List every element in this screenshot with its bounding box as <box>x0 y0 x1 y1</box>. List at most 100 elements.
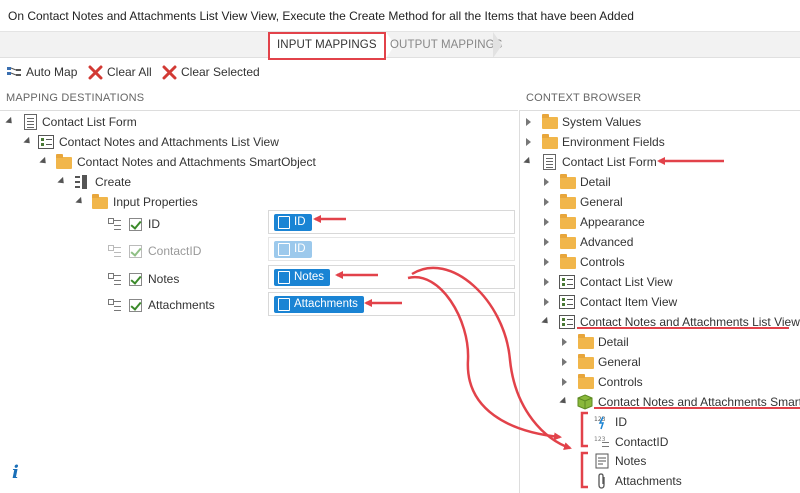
memo-icon <box>595 453 609 469</box>
clear-selected-button[interactable]: Clear Selected <box>162 63 260 81</box>
collapse-icon[interactable] <box>544 278 549 286</box>
window-title: On Contact Notes and Attachments List Vi… <box>0 0 800 32</box>
property-row-notes[interactable]: Notes <box>108 269 248 289</box>
folder-icon <box>56 154 72 169</box>
ctx-prop-label: ID <box>615 415 627 429</box>
mapping-drop-target-id[interactable]: ID <box>268 210 515 234</box>
expand-icon[interactable] <box>559 396 569 407</box>
expand-icon[interactable] <box>39 156 49 167</box>
ctx-node-label: Detail <box>598 335 629 349</box>
mapped-value-chip[interactable]: Notes <box>274 269 331 286</box>
mapping-destinations-panel: Contact List Form Contact Notes and Atta… <box>0 110 518 458</box>
ctx-node-appearance[interactable]: Appearance <box>542 212 792 232</box>
list-view-icon <box>559 275 575 289</box>
ctx-node-notes-list-view[interactable]: Contact Notes and Attachments List View <box>541 312 800 332</box>
mapped-value-chip[interactable]: ID <box>274 214 312 231</box>
annotation-underline <box>577 327 789 329</box>
paperclip-icon <box>598 473 605 489</box>
property-checkbox[interactable] <box>129 299 142 312</box>
tree-node-form[interactable]: Contact List Form <box>5 112 206 132</box>
expand-icon[interactable] <box>23 136 33 147</box>
auto-map-button[interactable]: Auto Map <box>6 63 77 81</box>
mapped-value-chip[interactable]: Attachments <box>274 296 364 313</box>
info-icon[interactable]: i <box>12 462 19 483</box>
property-checkbox[interactable] <box>129 218 142 231</box>
tree-node-input-properties[interactable]: Input Properties <box>75 192 226 212</box>
ctx-node-label: Contact List View <box>580 275 673 289</box>
ctx-node-sub-controls[interactable]: Controls <box>560 372 790 392</box>
collapse-icon[interactable] <box>544 218 549 226</box>
collapse-icon[interactable] <box>562 358 567 366</box>
ctx-node-label: Contact Item View <box>580 295 678 309</box>
ctx-node-label: Controls <box>580 255 625 269</box>
ctx-prop-id[interactable]: 123 ID <box>594 412 744 432</box>
mapping-drop-target-attachments[interactable]: Attachments <box>268 292 515 316</box>
expand-icon[interactable] <box>57 176 67 187</box>
mapped-value-label: ID <box>294 216 306 228</box>
mapped-value-label: Attachments <box>294 298 358 310</box>
tree-node-smartobject[interactable]: Contact Notes and Attachments SmartObjec… <box>39 152 340 172</box>
item-view-icon <box>559 295 575 309</box>
collapse-icon[interactable] <box>544 298 549 306</box>
property-row-id[interactable]: ID <box>108 214 248 234</box>
ctx-node-controls[interactable]: Controls <box>542 252 792 272</box>
ctx-node-sub-detail[interactable]: Detail <box>560 332 790 352</box>
mapped-value-chip: ID <box>274 241 312 258</box>
expand-icon[interactable] <box>541 316 551 327</box>
property-label: ContactID <box>148 244 202 258</box>
collapse-icon[interactable] <box>526 118 531 126</box>
auto-map-icon <box>7 66 21 76</box>
tree-node-method[interactable]: Create <box>57 172 158 192</box>
number-icon: 123 <box>594 436 609 447</box>
collapse-icon[interactable] <box>544 258 549 266</box>
ctx-prop-contactid[interactable]: 123 ContactID <box>594 432 744 452</box>
tab-output-mappings[interactable]: OUTPUT MAPPINGS <box>386 32 504 58</box>
ctx-node-detail[interactable]: Detail <box>542 172 792 192</box>
collapse-icon[interactable] <box>526 138 531 146</box>
collapse-icon[interactable] <box>562 378 567 386</box>
folder-icon <box>542 134 558 149</box>
form-icon <box>543 154 556 170</box>
collapse-icon[interactable] <box>544 238 549 246</box>
list-view-icon <box>559 315 575 329</box>
property-row-contactid: ContactID <box>108 241 248 261</box>
ctx-node-contact-list-form[interactable]: Contact List Form <box>523 152 794 172</box>
property-row-attachments[interactable]: Attachments <box>108 295 248 315</box>
collapse-icon[interactable] <box>544 198 549 206</box>
expand-icon[interactable] <box>5 116 15 127</box>
ctx-node-sub-general[interactable]: General <box>560 352 790 372</box>
clear-all-button[interactable]: Clear All <box>88 63 152 81</box>
red-x-icon <box>88 65 103 80</box>
mapping-icon <box>108 217 122 231</box>
tab-input-mappings[interactable]: INPUT MAPPINGS <box>268 32 395 58</box>
folder-icon <box>92 194 108 209</box>
ctx-prop-attachments[interactable]: Attachments <box>594 471 744 491</box>
ctx-node-smartobject[interactable]: Contact Notes and Attachments SmartObjec… <box>559 392 800 412</box>
mapping-drop-target-notes[interactable]: Notes <box>268 265 515 289</box>
ctx-node-environment-fields[interactable]: Environment Fields <box>524 132 794 152</box>
ctx-prop-notes[interactable]: Notes <box>594 451 744 471</box>
folder-icon <box>542 114 558 129</box>
property-label: ID <box>148 217 160 231</box>
autonumber-icon: 123 <box>594 416 606 430</box>
collapse-icon[interactable] <box>544 178 549 186</box>
ctx-node-general[interactable]: General <box>542 192 792 212</box>
collapse-icon[interactable] <box>562 338 567 346</box>
expand-icon[interactable] <box>523 156 533 167</box>
mapped-value-label: Notes <box>294 271 325 283</box>
ctx-node-contact-item-view[interactable]: Contact Item View <box>542 292 792 312</box>
expand-icon[interactable] <box>75 196 85 207</box>
ctx-node-system-values[interactable]: System Values <box>524 112 794 132</box>
tree-node-view[interactable]: Contact Notes and Attachments List View <box>23 132 304 152</box>
ctx-node-label: Contact List Form <box>562 155 657 169</box>
autonumber-icon <box>278 243 290 256</box>
folder-icon <box>560 254 576 269</box>
folder-icon <box>578 374 594 389</box>
ctx-node-label: Controls <box>598 375 643 389</box>
property-checkbox[interactable] <box>129 273 142 286</box>
ctx-prop-label: Attachments <box>615 474 682 488</box>
ctx-prop-label: ContactID <box>615 435 669 449</box>
property-checkbox <box>129 245 142 258</box>
ctx-node-advanced[interactable]: Advanced <box>542 232 792 252</box>
ctx-node-contact-list-view[interactable]: Contact List View <box>542 272 792 292</box>
